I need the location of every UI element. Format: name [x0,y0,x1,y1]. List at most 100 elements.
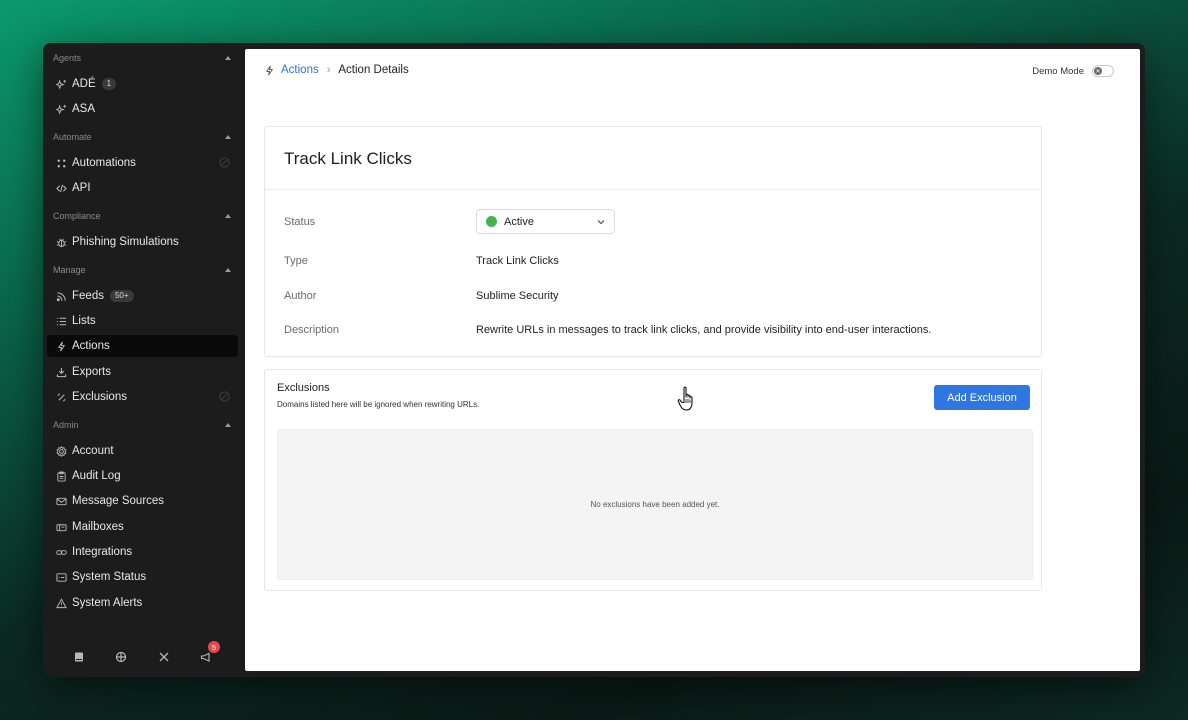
author-label: Author [284,290,317,302]
section-label: Manage [53,265,86,275]
list-icon [55,315,67,327]
sidebar-item-label: System Status [72,571,147,583]
divider [265,189,1041,190]
author-value: Sublime Security [476,290,559,302]
sidebar: Agents ADÉ 1 ASA Automate Automations AP… [43,43,244,677]
sidebar-item-integrations[interactable]: Integrations [47,541,238,563]
sidebar-item-label: Mailboxes [72,521,124,533]
status-value: Active [504,215,534,228]
lock-icon [219,391,230,402]
description-label: Description [284,324,340,336]
x-social-icon[interactable] [158,650,170,662]
sidebar-item-label: Automations [72,157,136,169]
sidebar-item-label: Actions [72,340,110,352]
sidebar-item-ade[interactable]: ADÉ 1 [47,73,238,95]
count-badge: 1 [101,78,117,90]
export-icon [55,366,67,378]
main-panel: Actions › Action Details Demo Mode ✕ Tra… [245,49,1140,671]
notification-badge: 5 [208,641,220,653]
caret-up-icon [225,423,231,427]
exclusions-empty-state: No exclusions have been added yet. [277,429,1033,580]
sidebar-item-label: Feeds [72,290,104,302]
clipboard-icon [55,470,67,482]
sidebar-item-system-alerts[interactable]: System Alerts [47,592,238,614]
status-label: Status [284,216,316,228]
app-window: Agents ADÉ 1 ASA Automate Automations AP… [43,43,1145,677]
caret-up-icon [225,214,231,218]
lightning-icon [264,65,275,76]
close-icon: ✕ [1094,67,1102,75]
sidebar-item-system-status[interactable]: System Status [47,566,238,588]
section-manage[interactable]: Manage [53,263,233,277]
sidebar-item-audit-log[interactable]: Audit Log [47,465,238,487]
add-exclusion-button[interactable]: Add Exclusion [934,385,1030,410]
sidebar-item-exports[interactable]: Exports [47,361,238,383]
breadcrumb-actions-link[interactable]: Actions [281,64,319,76]
sidebar-item-label: Exports [72,366,111,378]
rss-icon [55,290,67,302]
exclusions-subtitle: Domains listed here will be ignored when… [277,400,480,409]
sidebar-item-label: Lists [72,315,96,327]
chevron-right-icon: › [326,64,331,76]
sidebar-item-asa[interactable]: ASA [47,98,238,120]
demo-mode-toggle[interactable]: ✕ [1092,65,1114,77]
exclusions-title: Exclusions [277,382,330,394]
sidebar-item-label: Message Sources [72,495,165,507]
chevron-down-icon [597,220,605,225]
section-admin[interactable]: Admin [53,418,233,432]
section-label: Compliance [53,211,101,221]
sidebar-item-api[interactable]: API [47,177,238,199]
warning-icon [55,597,67,609]
sparkle-agent-icon [55,103,67,115]
sidebar-item-actions[interactable]: Actions [47,335,238,357]
status-dot-icon [486,216,497,227]
breadcrumb-current: Action Details [338,64,409,76]
section-compliance[interactable]: Compliance [53,209,233,223]
mail-icon [55,495,67,507]
sidebar-item-label: ADÉ [72,78,96,90]
sidebar-item-label: Audit Log [72,470,121,482]
sidebar-item-label: Integrations [72,546,133,558]
link-icon [55,546,67,558]
demo-mode-label: Demo Mode [1032,65,1084,77]
sidebar-item-lists[interactable]: Lists [47,310,238,332]
mailbox-icon [55,521,67,533]
hand-cursor-icon [677,386,693,411]
sidebar-item-message-sources[interactable]: Message Sources [47,490,238,512]
sidebar-item-label: API [72,182,91,194]
sidebar-item-label: Phishing Simulations [72,236,179,248]
empty-state-text: No exclusions have been added yet. [590,500,720,509]
type-value: Track Link Clicks [476,255,559,267]
sidebar-item-label: System Alerts [72,597,143,609]
status-select[interactable]: Active [476,209,615,234]
status-icon [55,571,67,583]
sparkle-agent-icon [55,78,67,90]
lightning-icon [55,340,67,352]
page-title: Track Link Clicks [284,149,412,168]
lock-icon [219,157,230,168]
section-label: Agents [53,53,82,63]
globe-icon[interactable] [115,650,127,663]
sidebar-item-phishing-simulations[interactable]: Phishing Simulations [47,231,238,253]
code-icon [55,182,67,194]
sidebar-item-feeds[interactable]: Feeds 50+ [47,285,238,307]
sidebar-item-label: ASA [72,103,96,115]
sidebar-item-automations[interactable]: Automations [47,152,238,174]
bug-icon [55,236,67,248]
section-agents[interactable]: Agents [53,51,233,65]
caret-up-icon [225,135,231,139]
sidebar-item-exclusions[interactable]: Exclusions [47,386,238,408]
description-value: Rewrite URLs in messages to track link c… [476,324,932,336]
sidebar-item-mailboxes[interactable]: Mailboxes [47,516,238,538]
book-icon[interactable] [73,650,85,662]
section-automate[interactable]: Automate [53,130,233,144]
section-label: Admin [53,420,79,430]
breadcrumb: Actions › Action Details [264,64,409,76]
sidebar-item-account[interactable]: Account [47,440,238,462]
caret-up-icon [225,56,231,60]
exclusions-card: Exclusions Domains listed here will be i… [264,369,1042,591]
section-label: Automate [53,132,92,142]
sidebar-item-label: Account [72,445,114,457]
demo-mode: Demo Mode ✕ [1032,65,1114,77]
gear-icon [55,445,67,457]
